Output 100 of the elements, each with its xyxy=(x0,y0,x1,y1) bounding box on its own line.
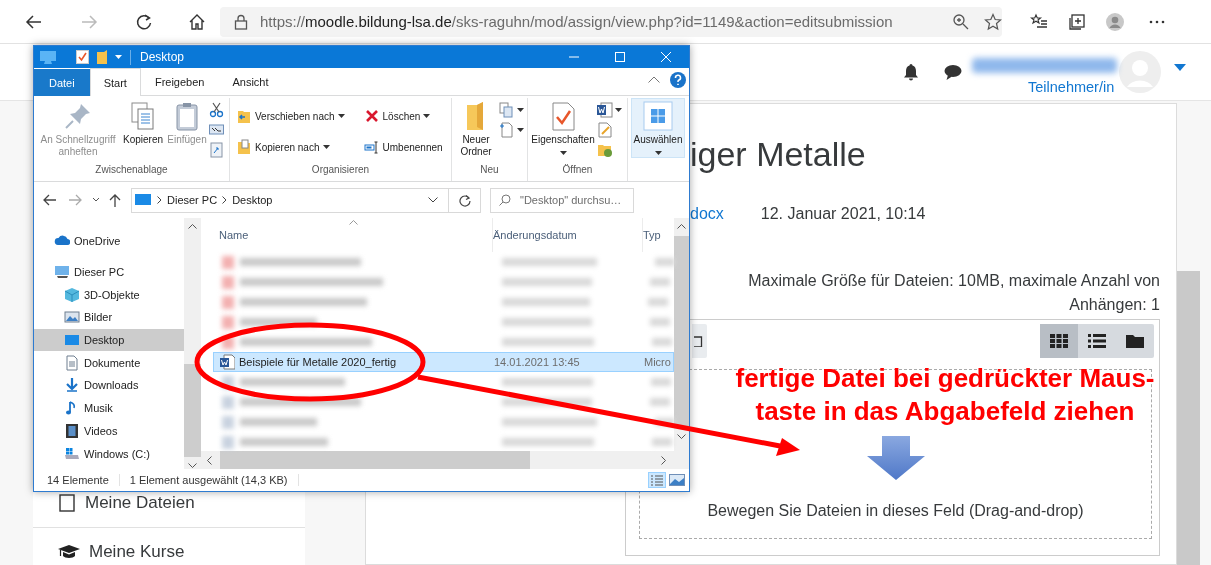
search-icon xyxy=(499,194,511,206)
file-name: Beispiele für Metalle 2020_fertig xyxy=(239,356,397,368)
computer-icon xyxy=(54,264,70,281)
ribbon-button[interactable]: Eigenschaften xyxy=(531,98,595,158)
download-icon xyxy=(64,377,80,394)
search-field[interactable]: "Desktop" durchsu… xyxy=(490,187,634,213)
column-header[interactable]: Typ xyxy=(643,218,683,252)
view-button[interactable] xyxy=(1040,324,1078,358)
scrollbar[interactable] xyxy=(184,218,201,469)
documents-icon xyxy=(64,354,80,371)
new-folder-icon[interactable] xyxy=(97,50,107,64)
scroll-down-icon[interactable] xyxy=(677,434,686,439)
back-icon[interactable] xyxy=(25,12,43,31)
film-icon xyxy=(64,422,80,439)
ribbon-tab[interactable]: Ansicht xyxy=(218,68,283,95)
dropdown-icon[interactable] xyxy=(428,197,438,203)
sort-icon[interactable] xyxy=(349,220,358,225)
nav-item[interactable]: Videos xyxy=(34,419,184,443)
ribbon-tab[interactable]: Start xyxy=(89,68,141,96)
select-button[interactable]: Auswählen xyxy=(631,98,685,158)
ribbon-tab[interactable]: Freigeben xyxy=(140,68,219,95)
favorites-icon[interactable] xyxy=(1030,12,1048,31)
scissors-icon[interactable] xyxy=(209,102,225,118)
column-header[interactable]: Name xyxy=(213,218,493,252)
address-field[interactable]: Dieser PC Desktop xyxy=(131,187,481,213)
profile-icon[interactable] xyxy=(1106,12,1124,31)
pin-icon xyxy=(63,101,93,131)
caret-icon xyxy=(517,128,524,132)
up-icon[interactable] xyxy=(108,193,122,207)
help-icon[interactable] xyxy=(670,71,686,88)
history-icon[interactable] xyxy=(597,142,613,158)
column-header[interactable]: Änderungsdatum xyxy=(493,218,643,252)
grid-icon xyxy=(1050,334,1068,348)
breadcrumb[interactable]: Dieser PC xyxy=(162,194,223,206)
folder-button[interactable] xyxy=(692,324,707,358)
down-arrow-icon xyxy=(866,436,925,480)
select-icon xyxy=(643,101,673,131)
caret-icon[interactable] xyxy=(1174,63,1187,71)
ribbon-button[interactable]: Kopieren nach xyxy=(233,134,348,160)
refresh-icon[interactable] xyxy=(458,193,471,207)
forward-icon[interactable] xyxy=(68,193,82,207)
zoom-icon[interactable] xyxy=(952,12,970,31)
nav-item[interactable]: Desktop xyxy=(34,328,184,352)
window-icon xyxy=(40,50,56,64)
chevron-icon xyxy=(157,196,162,204)
nav-item[interactable]: Dokumente xyxy=(34,351,184,375)
chevron-icon xyxy=(222,196,228,204)
file-icon xyxy=(58,493,76,512)
word-document-icon[interactable] xyxy=(597,102,613,118)
home-icon[interactable] xyxy=(188,12,206,31)
drawer-item[interactable]: Meine Dateien xyxy=(58,490,195,515)
ribbon-button[interactable]: Umbenennen xyxy=(360,134,446,160)
refresh-icon[interactable] xyxy=(135,12,153,31)
collections-icon[interactable] xyxy=(1068,12,1086,31)
copy-path-icon[interactable] xyxy=(209,122,225,138)
star-icon[interactable] xyxy=(984,12,1002,31)
bell-icon[interactable] xyxy=(902,63,920,81)
ribbon-button[interactable]: Verschieben nach xyxy=(233,103,348,129)
scrollbar[interactable] xyxy=(201,451,689,469)
annotation-text: fertige Datei bei gedrückter Maus- taste in das Abgabefeld ziehen xyxy=(734,362,1156,428)
move-icon xyxy=(236,108,252,124)
pictures-icon xyxy=(64,309,80,326)
nav-item[interactable]: OneDrive xyxy=(34,230,184,253)
ribbon-button[interactable]: Neuer Ordner xyxy=(455,98,497,161)
file-menu-tab[interactable]: Datei xyxy=(34,69,90,96)
caret-icon[interactable] xyxy=(115,55,122,59)
limits-text: Maximale Größe für Dateien: 10MB, maximale Anzahl von Anhängen: 1 xyxy=(747,271,1160,315)
item-count: 14 Elemente xyxy=(47,474,120,486)
file-row[interactable]: Beispiele für Metalle 2020_fertig 14.01.2021 13:45 Micro xyxy=(213,352,674,372)
nav-item[interactable]: Dieser PC xyxy=(34,260,184,284)
chat-icon[interactable] xyxy=(944,63,962,81)
nav-item[interactable]: Bilder xyxy=(34,306,184,329)
nav-item[interactable]: Musik xyxy=(34,396,184,420)
scroll-up-icon[interactable] xyxy=(188,224,197,229)
caret-icon xyxy=(337,114,345,118)
file-link[interactable]: docx xyxy=(690,204,724,224)
ribbon-button[interactable]: Kopieren xyxy=(121,98,165,156)
caret-icon xyxy=(423,114,431,118)
easy-access-icon[interactable] xyxy=(499,122,515,138)
scroll-down-icon[interactable] xyxy=(188,463,197,468)
cube-icon xyxy=(64,286,80,303)
collapse-icon[interactable] xyxy=(648,76,660,83)
properties-icon[interactable] xyxy=(76,50,89,64)
nav-item[interactable]: Downloads xyxy=(34,374,184,397)
scroll-up-icon[interactable] xyxy=(677,224,686,229)
scroll-left-icon[interactable] xyxy=(207,455,212,465)
large-icons-view-icon[interactable] xyxy=(669,474,685,486)
maximize-icon xyxy=(615,52,625,62)
breadcrumb[interactable]: Desktop xyxy=(227,194,278,206)
word-file-icon xyxy=(220,354,235,370)
drawer-item[interactable]: Meine Kurse xyxy=(58,540,185,565)
close-icon xyxy=(661,52,671,62)
page-title: iger Metalle xyxy=(690,134,867,174)
scroll-right-icon[interactable] xyxy=(661,455,666,465)
ribbon-button[interactable]: Löschen xyxy=(360,103,446,129)
back-icon[interactable] xyxy=(42,193,56,207)
nav-item[interactable]: 3D-Objekte xyxy=(34,283,184,307)
scrollbar[interactable] xyxy=(674,218,689,451)
new-item-icon[interactable] xyxy=(499,102,515,118)
nav-item[interactable]: Windows (C:) xyxy=(34,442,184,465)
